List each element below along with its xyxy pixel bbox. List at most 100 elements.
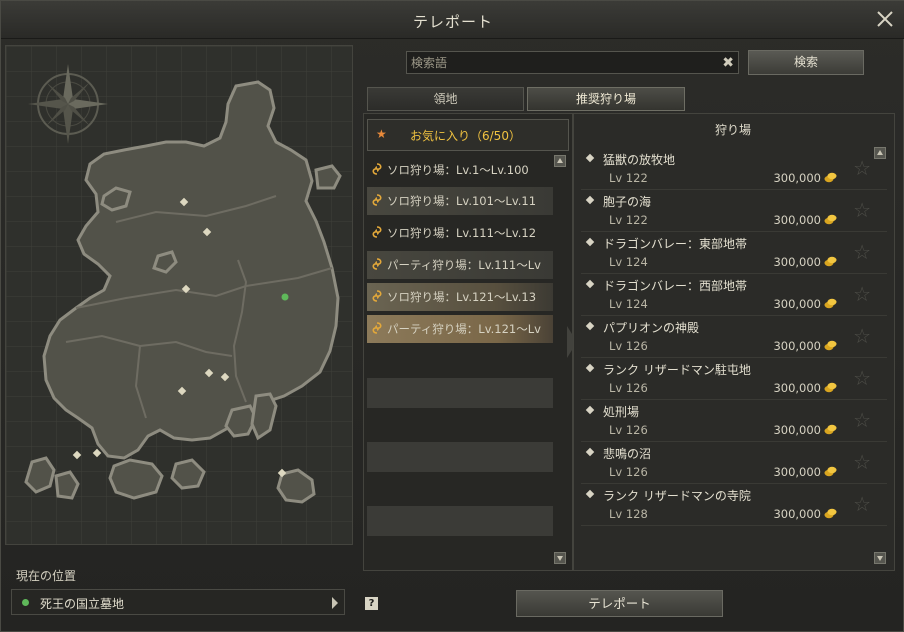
star-icon[interactable]: ☆ <box>853 493 871 515</box>
tab-territory[interactable]: 領地 <box>367 87 524 111</box>
hunting-ground-level: Lv 128 <box>609 507 648 521</box>
adena-coin-icon <box>824 424 837 435</box>
hunting-ground-row[interactable]: ランク リザードマン駐屯地 Lv 126 300,000 ☆ <box>581 359 887 400</box>
adena-coin-icon <box>824 382 837 393</box>
bullet-icon <box>585 489 595 499</box>
hunting-ground-row[interactable]: 胞子の海 Lv 122 300,000 ☆ <box>581 191 887 232</box>
category-label: ソロ狩り場：Lv.101～Lv.11 <box>387 194 537 208</box>
current-location-label: 現在の位置 <box>16 569 77 583</box>
list-scroll-down-button[interactable] <box>874 552 886 564</box>
star-icon[interactable]: ☆ <box>853 157 871 179</box>
teleport-cost: 300,000 <box>773 255 821 269</box>
hunting-ground-name: ドラゴンバレー：西部地帯 <box>603 279 748 293</box>
star-icon[interactable]: ☆ <box>853 199 871 221</box>
swirl-icon <box>372 194 382 206</box>
hunting-ground-row[interactable]: 処刑場 Lv 126 300,000 ☆ <box>581 401 887 442</box>
hunting-ground-row[interactable]: ドラゴンバレー：東部地帯 Lv 124 300,000 ☆ <box>581 233 887 274</box>
category-empty-slot <box>367 378 553 408</box>
teleport-window: テレポート 現在の位置 死王の国立墓地 検索語 ✖ 検索 領地 推奨狩り場 ★ … <box>0 0 904 632</box>
title-bar[interactable]: テレポート <box>1 1 904 39</box>
teleport-cost: 300,000 <box>773 297 821 311</box>
bullet-icon <box>585 321 595 331</box>
adena-coin-icon <box>824 298 837 309</box>
hunting-ground-name: 猛獣の放牧地 <box>603 153 676 167</box>
category-item[interactable]: ソロ狩り場：Lv.121～Lv.13 <box>367 283 553 311</box>
category-label: ソロ狩り場：Lv.1～Lv.100 <box>387 163 529 177</box>
category-scroll-up-button[interactable] <box>554 155 566 167</box>
adena-coin-icon <box>824 256 837 267</box>
bullet-icon <box>585 153 595 163</box>
category-item[interactable]: ソロ狩り場：Lv.1～Lv.100 <box>367 156 553 184</box>
star-icon[interactable]: ☆ <box>853 367 871 389</box>
hunting-ground-row[interactable]: ドラゴンバレー：西部地帯 Lv 124 300,000 ☆ <box>581 275 887 316</box>
hunting-ground-name: ドラゴンバレー：東部地帯 <box>603 237 748 251</box>
hunting-ground-name: ランク リザードマンの寺院 <box>603 489 751 503</box>
category-label: ソロ狩り場：Lv.121～Lv.13 <box>387 290 537 304</box>
hunting-ground-level: Lv 122 <box>609 171 648 185</box>
tab-recommended-hunting[interactable]: 推奨狩り場 <box>527 87 685 111</box>
category-label: パーティ狩り場：Lv.111～Lv <box>387 258 541 272</box>
category-empty-slot <box>367 506 553 536</box>
bullet-icon <box>585 237 595 247</box>
favorites-item[interactable]: ★ お気に入り（6/50） <box>367 119 569 151</box>
clear-icon[interactable]: ✖ <box>722 54 734 72</box>
close-icon[interactable] <box>875 9 895 29</box>
category-item[interactable]: ソロ狩り場：Lv.101～Lv.11 <box>367 187 553 215</box>
adena-coin-icon <box>824 466 837 477</box>
teleport-cost: 300,000 <box>773 381 821 395</box>
chevron-right-icon[interactable] <box>332 597 338 609</box>
hunting-ground-level: Lv 124 <box>609 297 648 311</box>
swirl-icon <box>372 322 382 334</box>
swirl-icon <box>372 290 382 302</box>
hunting-ground-level: Lv 126 <box>609 423 648 437</box>
hunting-ground-name: パプリオンの神殿 <box>603 321 700 335</box>
category-empty-slot <box>367 442 553 472</box>
hunting-ground-row[interactable]: 悲鳴の沼 Lv 126 300,000 ☆ <box>581 443 887 484</box>
hunting-ground-row[interactable]: 猛獣の放牧地 Lv 122 300,000 ☆ <box>581 149 887 190</box>
star-icon[interactable]: ☆ <box>853 325 871 347</box>
star-icon: ★ <box>376 127 387 141</box>
bullet-icon <box>585 447 595 457</box>
hunting-ground-level: Lv 126 <box>609 339 648 353</box>
favorites-label: お気に入り（6/50） <box>410 129 521 143</box>
hunting-list-header: 狩り場 <box>714 123 751 137</box>
adena-coin-icon <box>824 172 837 183</box>
hunting-ground-level: Lv 126 <box>609 381 648 395</box>
teleport-button[interactable]: テレポート <box>516 590 723 617</box>
window-title: テレポート <box>412 13 493 31</box>
hunting-ground-row[interactable]: パプリオンの神殿 Lv 126 300,000 ☆ <box>581 317 887 358</box>
star-icon[interactable]: ☆ <box>853 283 871 305</box>
help-icon[interactable]: ? <box>365 597 378 610</box>
hunting-ground-name: ランク リザードマン駐屯地 <box>603 363 751 377</box>
list-scroll-up-button[interactable] <box>874 147 886 159</box>
hunting-ground-row[interactable]: ランク リザードマンの寺院 Lv 128 300,000 ☆ <box>581 485 887 526</box>
teleport-cost: 300,000 <box>773 423 821 437</box>
world-map[interactable] <box>5 45 353 545</box>
star-icon[interactable]: ☆ <box>853 241 871 263</box>
star-icon[interactable]: ☆ <box>853 409 871 431</box>
category-item[interactable]: パーティ狩り場：Lv.121～Lv <box>367 315 553 343</box>
category-item[interactable]: ソロ狩り場：Lv.111～Lv.12 <box>367 219 553 247</box>
bullet-icon <box>585 405 595 415</box>
category-scroll-down-button[interactable] <box>554 552 566 564</box>
search-input[interactable] <box>407 52 738 73</box>
category-item[interactable]: パーティ狩り場：Lv.111～Lv <box>367 251 553 279</box>
hunting-ground-level: Lv 126 <box>609 465 648 479</box>
bullet-icon <box>585 279 595 289</box>
adena-coin-icon <box>824 214 837 225</box>
player-location-marker <box>281 293 289 301</box>
swirl-icon <box>372 258 382 270</box>
search-field[interactable]: ✖ <box>406 51 739 74</box>
teleport-cost: 300,000 <box>773 507 821 521</box>
current-location-box[interactable]: 死王の国立墓地 <box>11 589 345 615</box>
location-dot-icon <box>22 599 29 606</box>
hunting-ground-name: 胞子の海 <box>603 195 652 209</box>
search-button[interactable]: 検索 <box>748 50 864 75</box>
adena-coin-icon <box>824 508 837 519</box>
star-icon[interactable]: ☆ <box>853 451 871 473</box>
bullet-icon <box>585 363 595 373</box>
swirl-icon <box>372 163 382 175</box>
swirl-icon <box>372 226 382 238</box>
hunting-ground-level: Lv 124 <box>609 255 648 269</box>
hunting-ground-name: 悲鳴の沼 <box>603 447 652 461</box>
